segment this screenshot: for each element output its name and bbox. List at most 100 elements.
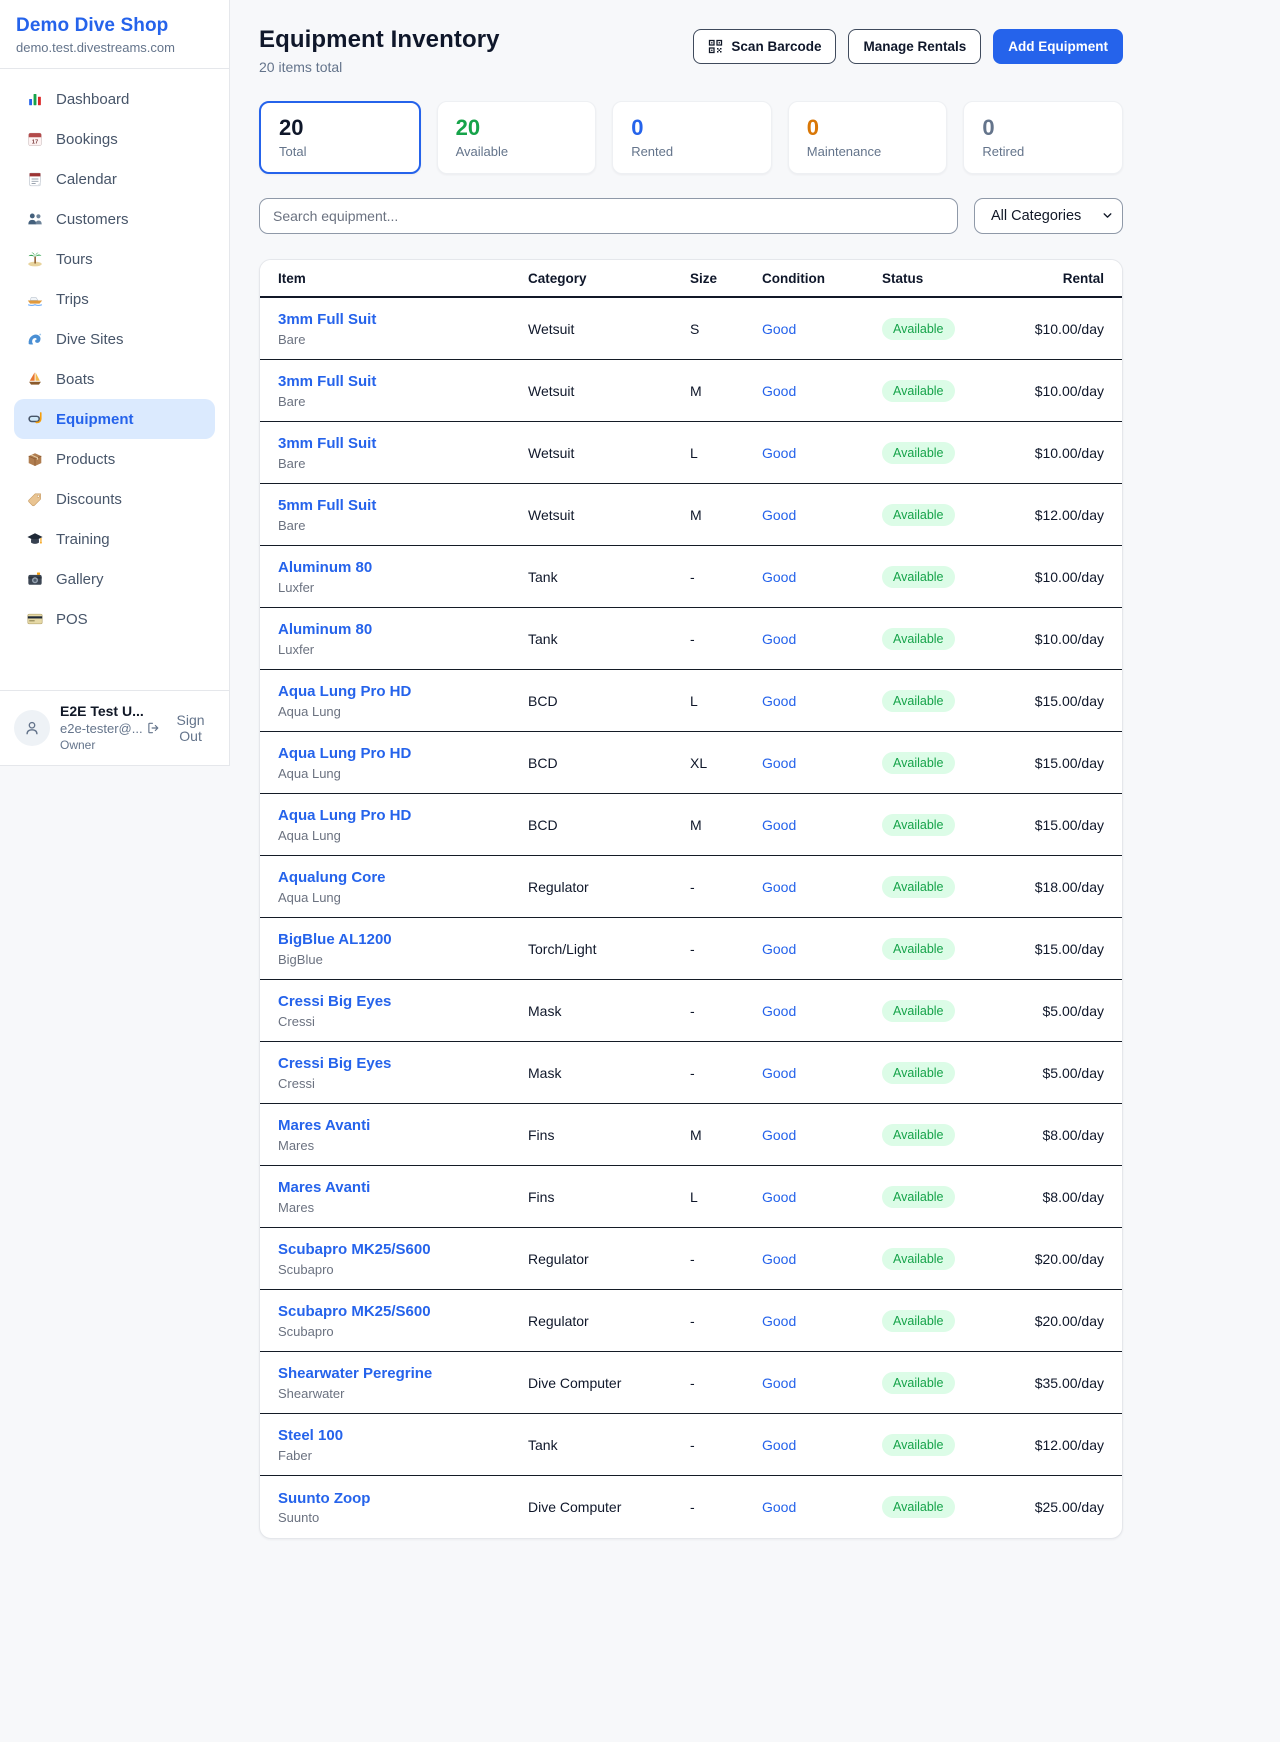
sidebar-nav-item[interactable]: Discounts: [14, 479, 215, 519]
dashboard-icon: [26, 90, 44, 108]
condition-link[interactable]: Good: [762, 879, 796, 895]
rental-price: $12.00/day: [1022, 1437, 1104, 1453]
item-name-link[interactable]: Suunto Zoop: [278, 1489, 528, 1509]
item-name-link[interactable]: 5mm Full Suit: [278, 496, 528, 516]
stat-label: Retired: [982, 144, 1104, 159]
item-category: Regulator: [528, 1313, 690, 1329]
item-name-link[interactable]: Aluminum 80: [278, 620, 528, 640]
search-input[interactable]: [259, 198, 958, 234]
item-name-link[interactable]: Aluminum 80: [278, 558, 528, 578]
stat-card[interactable]: 20 Available: [437, 101, 597, 174]
sidebar-nav-item[interactable]: Products: [14, 439, 215, 479]
sidebar-nav-item[interactable]: Calendar: [14, 159, 215, 199]
stat-label: Total: [279, 144, 401, 159]
shop-title: Demo Dive Shop: [16, 15, 213, 37]
item-size: -: [690, 879, 762, 895]
graduation-cap-icon: [26, 530, 44, 548]
item-brand: Bare: [278, 332, 528, 347]
sidebar-nav-item[interactable]: Gallery: [14, 559, 215, 599]
rental-price: $15.00/day: [1022, 693, 1104, 709]
sidebar-nav-item-label: Gallery: [56, 571, 104, 588]
condition-link[interactable]: Good: [762, 1127, 796, 1143]
item-name-link[interactable]: Cressi Big Eyes: [278, 992, 528, 1012]
condition-link[interactable]: Good: [762, 1375, 796, 1391]
item-size: M: [690, 817, 762, 833]
sidebar-nav-item[interactable]: POS: [14, 599, 215, 639]
item-name-link[interactable]: Mares Avanti: [278, 1116, 528, 1136]
sign-out-button[interactable]: Sign Out: [146, 712, 215, 744]
status-badge: Available: [882, 814, 955, 836]
condition-link[interactable]: Good: [762, 1437, 796, 1453]
condition-link[interactable]: Good: [762, 1189, 796, 1205]
item-name-link[interactable]: Mares Avanti: [278, 1178, 528, 1198]
stat-card[interactable]: 0 Maintenance: [788, 101, 948, 174]
condition-link[interactable]: Good: [762, 1251, 796, 1267]
sidebar-nav-item[interactable]: Boats: [14, 359, 215, 399]
condition-link[interactable]: Good: [762, 321, 796, 337]
sidebar-nav-item[interactable]: Trips: [14, 279, 215, 319]
condition-link[interactable]: Good: [762, 1065, 796, 1081]
stat-value: 0: [631, 116, 753, 140]
item-name-link[interactable]: Scubapro MK25/S600: [278, 1240, 528, 1260]
item-brand: Aqua Lung: [278, 890, 528, 905]
user-section: E2E Test U... e2e-tester@... Owner Sign …: [0, 690, 229, 765]
condition-link[interactable]: Good: [762, 1003, 796, 1019]
sidebar-nav-item[interactable]: Tours: [14, 239, 215, 279]
condition-link[interactable]: Good: [762, 1313, 796, 1329]
item-name-link[interactable]: Aqua Lung Pro HD: [278, 682, 528, 702]
sidebar-nav-item[interactable]: 17 Bookings: [14, 119, 215, 159]
item-name-link[interactable]: 3mm Full Suit: [278, 434, 528, 454]
sidebar-nav-item-label: Dashboard: [56, 91, 129, 108]
page-header: Equipment Inventory 20 items total Scan …: [259, 26, 1123, 75]
sidebar-nav-item[interactable]: Equipment: [14, 399, 215, 439]
condition-link[interactable]: Good: [762, 445, 796, 461]
item-name-link[interactable]: Aqua Lung Pro HD: [278, 806, 528, 826]
item-name-link[interactable]: Cressi Big Eyes: [278, 1054, 528, 1074]
table-row: Aluminum 80 Luxfer Tank - Good Available…: [260, 546, 1122, 608]
add-equipment-button[interactable]: Add Equipment: [993, 29, 1123, 64]
app-root: Demo Dive Shop demo.test.divestreams.com…: [0, 0, 1280, 1742]
condition-link[interactable]: Good: [762, 383, 796, 399]
item-brand: Faber: [278, 1448, 528, 1463]
condition-link[interactable]: Good: [762, 569, 796, 585]
stat-card[interactable]: 0 Rented: [612, 101, 772, 174]
user-role: Owner: [60, 738, 136, 753]
col-size: Size: [690, 271, 762, 286]
condition-link[interactable]: Good: [762, 631, 796, 647]
status-badge: Available: [882, 380, 955, 402]
user-name: E2E Test U...: [60, 703, 136, 721]
item-name-link[interactable]: Shearwater Peregrine: [278, 1364, 528, 1384]
item-name-link[interactable]: Scubapro MK25/S600: [278, 1302, 528, 1322]
item-name-link[interactable]: BigBlue AL1200: [278, 930, 528, 950]
sidebar-nav-item[interactable]: Customers: [14, 199, 215, 239]
table-row: Cressi Big Eyes Cressi Mask - Good Avail…: [260, 980, 1122, 1042]
item-size: -: [690, 631, 762, 647]
condition-link[interactable]: Good: [762, 1499, 796, 1515]
condition-link[interactable]: Good: [762, 507, 796, 523]
category-select[interactable]: All Categories: [974, 198, 1123, 234]
item-name-link[interactable]: Aqua Lung Pro HD: [278, 744, 528, 764]
brand-block: Demo Dive Shop demo.test.divestreams.com: [0, 0, 229, 68]
item-name-link[interactable]: 3mm Full Suit: [278, 310, 528, 330]
sidebar-nav-item[interactable]: Dashboard: [14, 79, 215, 119]
condition-link[interactable]: Good: [762, 817, 796, 833]
user-meta: E2E Test U... e2e-tester@... Owner: [60, 703, 136, 753]
manage-rentals-button[interactable]: Manage Rentals: [848, 29, 981, 64]
rental-price: $10.00/day: [1022, 383, 1104, 399]
item-name-link[interactable]: Steel 100: [278, 1426, 528, 1446]
sidebar-nav-item[interactable]: Training: [14, 519, 215, 559]
rental-price: $18.00/day: [1022, 879, 1104, 895]
stat-card[interactable]: 20 Total: [259, 101, 421, 174]
item-name-link[interactable]: Aqualung Core: [278, 868, 528, 888]
scan-barcode-button[interactable]: Scan Barcode: [693, 29, 836, 64]
condition-link[interactable]: Good: [762, 693, 796, 709]
rental-price: $15.00/day: [1022, 817, 1104, 833]
rental-price: $8.00/day: [1022, 1189, 1104, 1205]
stat-card[interactable]: 0 Retired: [963, 101, 1123, 174]
stat-value: 20: [456, 116, 578, 140]
barcode-qr-icon: [708, 39, 723, 54]
item-name-link[interactable]: 3mm Full Suit: [278, 372, 528, 392]
sidebar-nav-item[interactable]: Dive Sites: [14, 319, 215, 359]
condition-link[interactable]: Good: [762, 755, 796, 771]
condition-link[interactable]: Good: [762, 941, 796, 957]
